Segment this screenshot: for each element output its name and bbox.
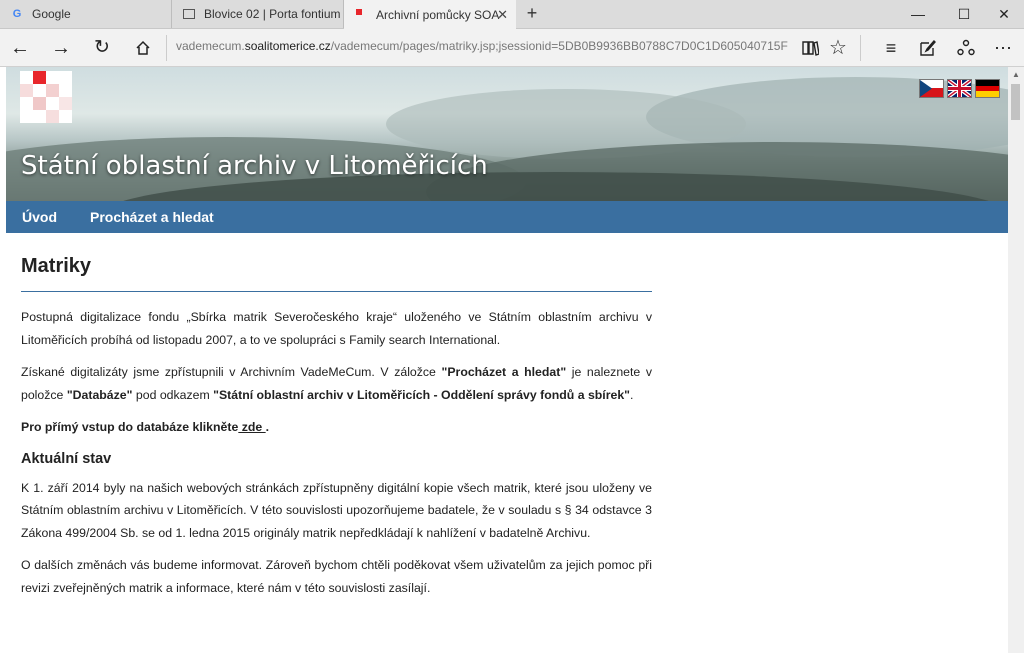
tab-title: Blovice 02 | Porta fontium <box>204 7 341 21</box>
paragraph-direct-access: Pro přímý vstup do databáze klikněte zde… <box>21 420 270 434</box>
more-icon[interactable]: ⋯ <box>988 33 1018 63</box>
new-tab-icon[interactable]: + <box>522 3 542 23</box>
logo-square <box>33 97 46 110</box>
refresh-icon[interactable]: ↻ <box>87 33 117 63</box>
logo-square <box>59 97 72 110</box>
address-bar-row: ← → ↻ vademecum.soalitomerice.cz/vademec… <box>0 29 1024 67</box>
czech-flag-icon[interactable] <box>919 79 944 98</box>
hub-icon[interactable]: ≡ <box>876 33 906 63</box>
tab-google[interactable]: G Google <box>0 0 172 28</box>
tab-bar: G Google Blovice 02 | Porta fontium Arch… <box>0 0 1024 29</box>
google-icon: G <box>12 8 22 20</box>
share-icon[interactable] <box>951 33 981 63</box>
logo-square <box>46 84 59 97</box>
url-field[interactable]: vademecum.soalitomerice.cz/vademecum/pag… <box>176 39 788 57</box>
site-title[interactable]: Státní oblastní archiv v Litoměřicích <box>21 151 488 181</box>
main-menu: Úvod Procházet a hledat <box>6 201 1008 233</box>
web-page: Státní oblastní archiv v Litoměřicích Úv… <box>6 67 1008 653</box>
divider <box>166 35 167 61</box>
soa-favicon <box>354 8 368 22</box>
paragraph-current-state: K 1. září 2014 byly na našich webových s… <box>21 480 652 540</box>
paragraph-intro: Postupná digitalizace fondu „Sbírka matr… <box>21 310 652 347</box>
home-icon[interactable] <box>128 33 158 63</box>
soa-logo[interactable] <box>20 71 72 123</box>
paragraph-digitalizaty: Získané digitalizáty jsme zpřístupnili v… <box>21 365 652 402</box>
tab-title: Archivní pomůcky SOA <box>376 7 500 22</box>
uk-flag-icon[interactable] <box>947 79 972 98</box>
page-icon <box>182 7 196 21</box>
close-tab-icon[interactable]: ✕ <box>497 7 508 23</box>
scrollbar[interactable] <box>1008 67 1024 653</box>
tab-title: Google <box>32 7 71 21</box>
minimize-icon[interactable]: — <box>895 0 941 28</box>
back-icon[interactable]: ← <box>5 33 35 63</box>
menu-item-uvod[interactable]: Úvod <box>22 209 57 225</box>
forward-icon[interactable]: → <box>46 33 76 63</box>
menu-item-prochazet-a-hledat[interactable]: Procházet a hledat <box>90 209 214 225</box>
paragraph-further-changes: O dalších změnách vás budeme informovat.… <box>21 558 652 595</box>
language-flags <box>919 79 1000 98</box>
section-title: Aktuální stav <box>21 450 112 467</box>
scrollbar-thumb[interactable] <box>1011 84 1020 120</box>
web-note-icon[interactable] <box>913 33 943 63</box>
zde-link[interactable]: zde <box>238 420 265 434</box>
article: Matriky Postupná digitalizace fondu „Sbí… <box>21 255 652 599</box>
divider <box>860 35 861 61</box>
reading-view-icon[interactable] <box>795 33 825 63</box>
scroll-up-arrow-icon[interactable]: ▲ <box>1011 70 1021 80</box>
tab-porta-fontium[interactable]: Blovice 02 | Porta fontium <box>172 0 344 28</box>
logo-square <box>33 71 46 84</box>
page-title: Matriky <box>21 255 652 292</box>
favorite-star-icon[interactable]: ☆ <box>823 33 853 63</box>
tab-archivni-pomucky[interactable]: Archivní pomůcky SOA ✕ <box>344 0 516 29</box>
german-flag-icon[interactable] <box>975 79 1000 98</box>
logo-square <box>46 110 59 123</box>
header-banner: Státní oblastní archiv v Litoměřicích <box>6 67 1008 201</box>
logo-square <box>20 84 33 97</box>
close-window-icon[interactable]: ✕ <box>981 0 1024 28</box>
